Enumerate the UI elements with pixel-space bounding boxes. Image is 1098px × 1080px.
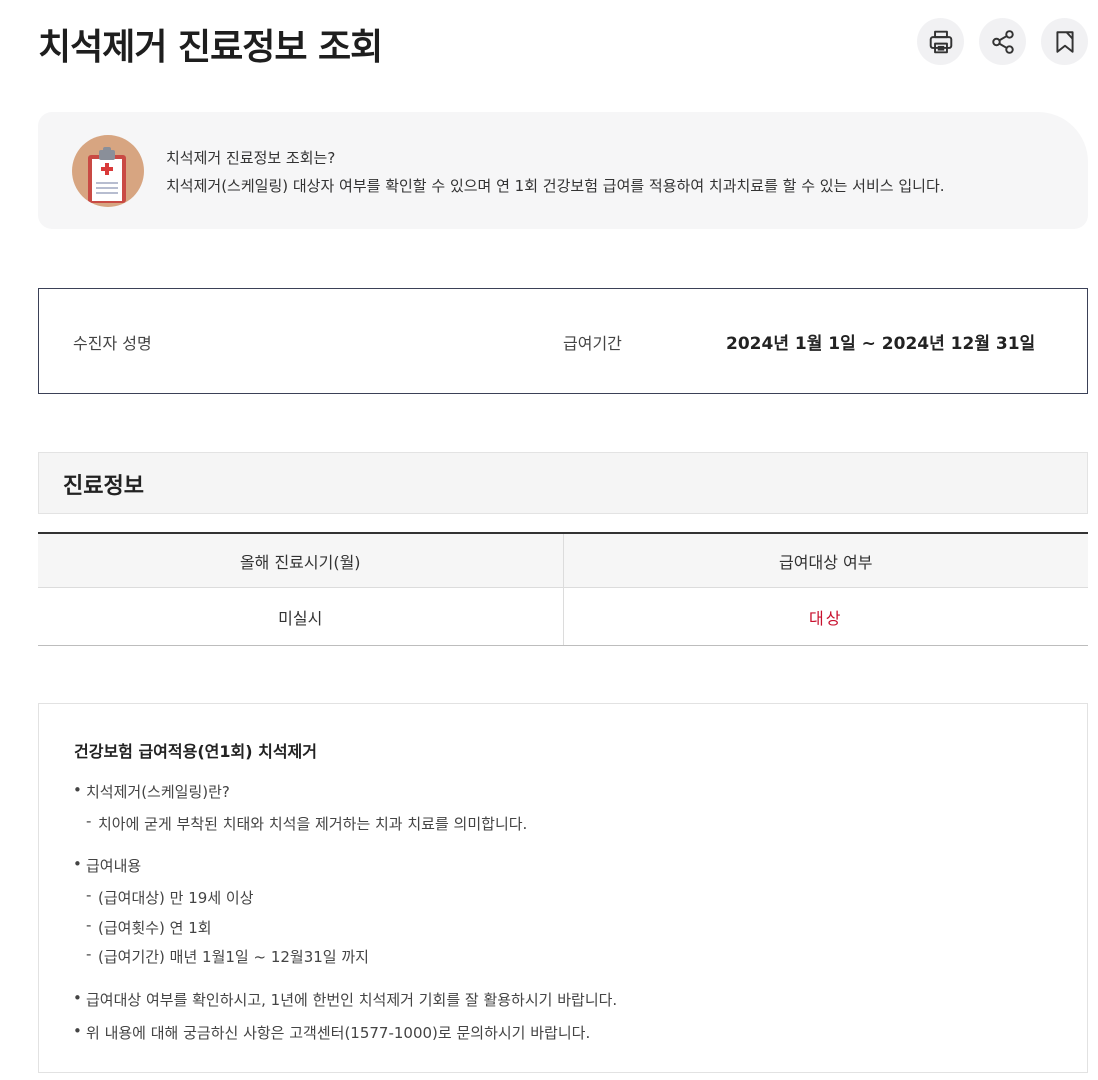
notice-subitem: 치아에 굳게 부착된 치태와 치석을 제거하는 치과 치료를 의미합니다. (86, 812, 527, 834)
table-header-cell: 올해 진료시기(월) (239, 552, 361, 572)
table-row: 미실시 대상 (38, 588, 1088, 646)
patient-name-label: 수진자 성명 (73, 334, 152, 353)
clipboard-medical-icon (72, 135, 144, 207)
bookmark-button[interactable] (1041, 18, 1088, 65)
benefit-period-value: 2024년 1월 1일 ~ 2024년 12월 31일 (726, 334, 1036, 354)
table-header-row: 올해 진료시기(월) 급여대상 여부 (38, 534, 1088, 588)
info-question: 치석제거 진료정보 조회는? (166, 149, 336, 167)
section-title: 진료정보 (63, 474, 144, 499)
notice-subitem: (급여횟수) 연 1회 (86, 916, 212, 938)
benefit-period-label: 급여기간 (563, 334, 622, 353)
section-header: 진료정보 (38, 452, 1088, 514)
notice-item: 급여내용 (73, 855, 141, 876)
info-description: 치석제거(스케일링) 대상자 여부를 확인할 수 있으며 연 1회 건강보험 급… (166, 177, 945, 195)
notice-subitem: (급여기간) 매년 1월1일 ~ 12월31일 까지 (86, 945, 369, 967)
notice-title: 건강보험 급여적용(연1회) 치석제거 (74, 742, 317, 761)
patient-info-box: 수진자 성명 급여기간 2024년 1월 1일 ~ 2024년 12월 31일 (38, 288, 1088, 394)
print-button[interactable] (917, 18, 964, 65)
notice-item: 치석제거(스케일링)란? (73, 781, 230, 802)
page-header: 치석제거 진료정보 조회 (38, 0, 1088, 88)
header-actions (917, 18, 1088, 65)
notice-item: 급여대상 여부를 확인하시고, 1년에 한번인 치석제거 기회를 잘 활용하시기… (73, 989, 617, 1010)
share-icon (991, 29, 1014, 54)
notice-box: 건강보험 급여적용(연1회) 치석제거 치석제거(스케일링)란? 치아에 굳게 … (38, 703, 1088, 1073)
table-cell-treatment-month: 미실시 (278, 608, 323, 628)
treatment-table: 올해 진료시기(월) 급여대상 여부 미실시 대상 (38, 532, 1088, 646)
share-button[interactable] (979, 18, 1026, 65)
notice-subitem: (급여대상) 만 19세 이상 (86, 886, 253, 908)
notice-item: 위 내용에 대해 궁금하신 사항은 고객센터(1577-1000)로 문의하시기… (73, 1022, 590, 1043)
table-cell-eligibility: 대상 (562, 588, 1089, 645)
service-info-box: 치석제거 진료정보 조회는? 치석제거(스케일링) 대상자 여부를 확인할 수 … (38, 112, 1088, 229)
table-header-cell: 급여대상 여부 (562, 534, 1089, 587)
bookmark-icon (1055, 30, 1074, 53)
print-icon (929, 30, 952, 53)
page-title: 치석제거 진료정보 조회 (38, 27, 383, 68)
